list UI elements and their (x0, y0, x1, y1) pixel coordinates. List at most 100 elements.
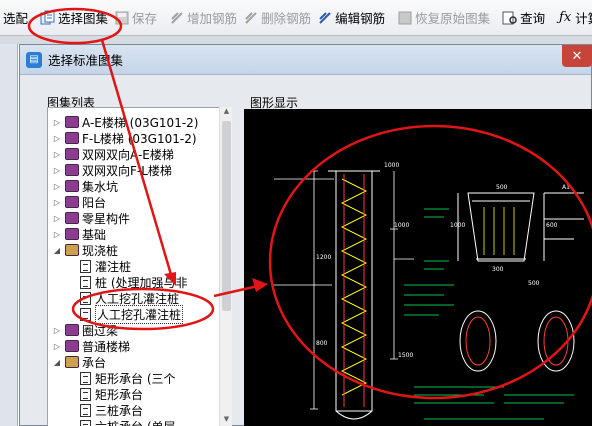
collapsed-arrow-icon[interactable]: ▷ (52, 118, 62, 127)
document-icon (80, 371, 91, 385)
tree-item[interactable]: ▷ 零星构件 (52, 210, 130, 226)
book-icon (65, 196, 79, 208)
collapsed-arrow-icon[interactable]: ▷ (52, 166, 62, 175)
collapsed-arrow-icon[interactable]: ▷ (52, 134, 62, 143)
toolbar-label: 增加钢筋 (187, 11, 238, 26)
tree-item-label: 三桩承台 (95, 403, 144, 418)
dim-label: 1200 (316, 254, 331, 261)
cross-section-ovals (459, 310, 575, 372)
tree-item-label: 双网双向A-E楼梯 (82, 147, 174, 162)
document-icon (80, 291, 91, 305)
restore-atlas-button[interactable]: 恢复原始图集 (394, 5, 493, 31)
tree-item[interactable]: ▷ A-E楼梯 (03G101-2) (52, 114, 199, 130)
toolbar-label: 计算 (575, 11, 592, 26)
dim-label: 1500 (398, 352, 413, 359)
add-rebar-button[interactable]: 增加钢筋 (166, 5, 240, 31)
tree-item-label: A-E楼梯 (03G101-2) (82, 115, 199, 130)
book-icon (65, 132, 79, 144)
tree-item[interactable]: ◢ 承台 (52, 354, 106, 370)
tree-item[interactable]: ▷ 集水坑 (52, 178, 118, 194)
collapsed-arrow-icon[interactable]: ▷ (52, 326, 62, 335)
pile-drawing: 1000 1000 500 1000 600 300 1500 500 800 … (272, 162, 584, 420)
section-drawing (457, 192, 584, 262)
collapsed-arrow-icon[interactable]: ▷ (52, 182, 62, 191)
document-icon (80, 403, 91, 417)
query-icon (502, 10, 518, 26)
book-icon (65, 212, 79, 224)
tree-item-label: 桩 (处理加强与非 (95, 275, 188, 290)
tree-item[interactable]: ▷ 普通楼梯 (52, 338, 130, 354)
delete-rebar-button[interactable]: 删除钢筋 (240, 5, 314, 31)
document-icon (80, 387, 91, 401)
close-button[interactable]: ✕ (562, 45, 592, 67)
tree-item[interactable]: ▷ 基础 (52, 226, 106, 242)
tree-item[interactable]: ▷ 双网双向A-E楼梯 (52, 146, 174, 162)
dim-label: 600 (546, 222, 558, 229)
add-rebar-icon (169, 10, 185, 26)
expanded-arrow-icon[interactable]: ◢ (52, 246, 62, 255)
tree-item[interactable]: ▷ 双网双向F-L楼梯 (52, 162, 172, 178)
tree-item-label: 六桩承台 (单层 (95, 418, 176, 426)
tree-item[interactable]: 六桩承台 (单层 (78, 418, 176, 426)
toolbar-label: 恢复原始图集 (415, 11, 491, 26)
tree-item[interactable]: 人工挖孔灌注桩 (78, 304, 184, 324)
restore-icon (397, 10, 413, 26)
tree-item[interactable]: 矩形承台 (78, 386, 143, 402)
tree-item-label: 矩形承台 (95, 387, 144, 402)
save-button[interactable]: 保存 (111, 5, 160, 31)
book-icon (65, 324, 79, 336)
tree-item-label: 矩形承台 (三个 (95, 371, 176, 386)
delete-rebar-icon (243, 10, 259, 26)
tree-item[interactable]: ▷ F-L楼梯 (03G101-2) (52, 130, 197, 146)
collapsed-arrow-icon[interactable]: ▷ (52, 342, 62, 351)
book-icon (65, 164, 79, 176)
toolbar-label: 保存 (132, 11, 158, 26)
collapsed-arrow-icon[interactable]: ▷ (52, 214, 62, 223)
tree-item[interactable]: 三桩承台 (78, 402, 143, 418)
tree-item-label: 圈过梁 (82, 323, 119, 338)
tree-item-label: 灌注桩 (95, 259, 132, 274)
tree-item[interactable]: 矩形承台 (三个 (78, 370, 176, 386)
tree-item-label: 现浇桩 (82, 243, 119, 258)
pile-shaft (328, 170, 380, 420)
scroll-down-icon[interactable]: ▼ (220, 415, 233, 426)
book-icon (65, 148, 79, 160)
edit-rebar-button[interactable]: 编辑钢筋 (314, 5, 388, 31)
dialog-titlebar: ▤ 选择标准图集 (20, 45, 591, 75)
dim-label: 300 (492, 266, 504, 273)
tree-item[interactable]: ▷ 圈过梁 (52, 322, 118, 338)
select-atlas-button[interactable]: 选择图集 (37, 5, 111, 31)
tree-scrollbar[interactable]: ▲ ▼ (219, 107, 232, 426)
dim-label: 1000 (394, 222, 409, 229)
document-icon (80, 275, 91, 289)
document-icon (80, 307, 91, 321)
tree-item[interactable]: ▷ 阳台 (52, 194, 106, 210)
tree-item[interactable]: 灌注桩 (78, 258, 131, 274)
collapsed-arrow-icon[interactable]: ▷ (52, 198, 62, 207)
tree-item-label: 承台 (82, 355, 107, 370)
window-frame (0, 36, 592, 44)
dim-label: 800 (316, 340, 328, 347)
tree-item[interactable]: ◢ 现浇桩 (52, 242, 118, 258)
query-button[interactable]: 查询 (499, 5, 548, 31)
toolbar-label: 选配 (3, 11, 29, 26)
dimension-lines (272, 170, 414, 410)
calculate-button[interactable]: ƒx 计算 (554, 5, 592, 31)
save-icon (114, 10, 130, 26)
toolbar-label: 删除钢筋 (261, 11, 312, 26)
formula-icon: ƒx (559, 10, 572, 25)
atlas-icon (40, 10, 56, 26)
collapsed-arrow-icon[interactable]: ▷ (52, 230, 62, 239)
app-icon: ▤ (26, 51, 42, 68)
scrollbar-thumb[interactable] (222, 121, 231, 311)
collapsed-arrow-icon[interactable]: ▷ (52, 150, 62, 159)
parent-window-edge (0, 44, 18, 426)
expanded-arrow-icon[interactable]: ◢ (52, 358, 62, 367)
book-icon (65, 228, 79, 240)
section-fill (483, 207, 515, 255)
scroll-up-icon[interactable]: ▲ (220, 107, 233, 119)
tree-item[interactable]: 桩 (处理加强与非 (78, 274, 188, 290)
toolbar-select-config[interactable]: 选配 (0, 5, 31, 31)
toolbar-label: 编辑钢筋 (335, 11, 386, 26)
atlas-tree[interactable]: ▷ A-E楼梯 (03G101-2) ▷ F-L楼梯 (03G101-2) ▷ 双网双向A… (47, 107, 232, 426)
